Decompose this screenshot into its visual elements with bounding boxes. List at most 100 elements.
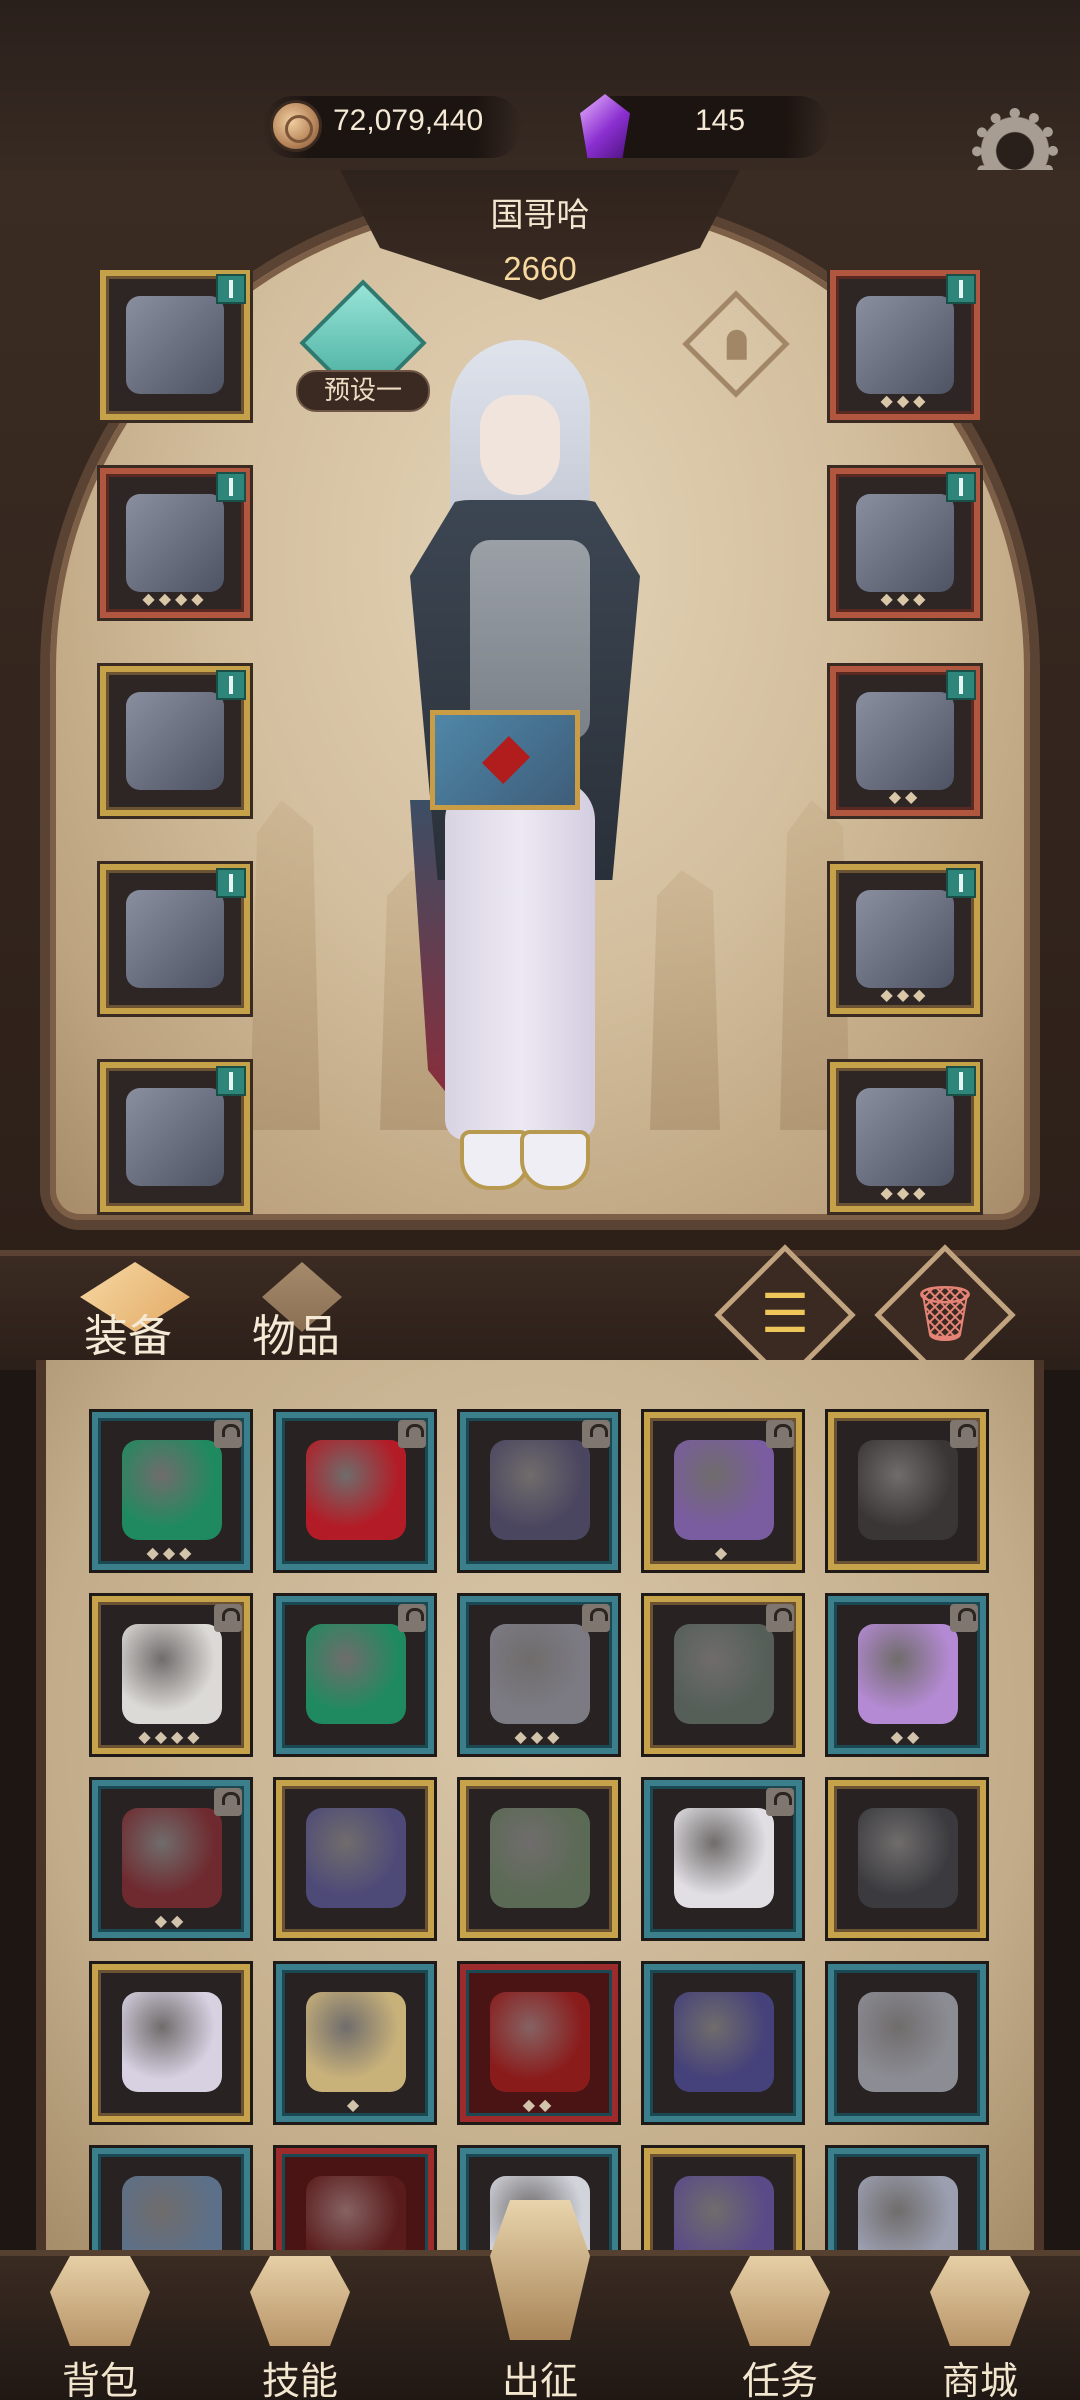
inventory-slot[interactable] — [644, 1780, 802, 1938]
nav-label: 出征 — [501, 2359, 578, 2400]
nav-item-0[interactable]: 背包 — [10, 2250, 190, 2400]
gem-socket-dots: ◆◆◆ — [880, 985, 930, 1004]
gem-socket-dots: ◆◆◆ — [146, 1543, 196, 1562]
equip-slot[interactable]: ◆◆◆ — [830, 864, 980, 1014]
tab-items[interactable]: 物品 — [252, 1300, 340, 1364]
gem-socket-dots: ◆◆◆ — [514, 1727, 564, 1746]
lock-icon — [582, 1604, 610, 1632]
equip-slot[interactable] — [100, 270, 250, 420]
crimson-robe-icon — [490, 1992, 590, 2092]
staff-icon — [856, 890, 954, 988]
equipped-tag-icon — [216, 1066, 246, 1096]
equip-slot[interactable] — [100, 864, 250, 1014]
equipped-tag-icon — [946, 670, 976, 700]
equipped-tag-icon — [946, 274, 976, 304]
inventory-slot[interactable] — [460, 1412, 618, 1570]
chest-armor-icon — [126, 494, 224, 592]
equipped-tag-icon — [946, 1066, 976, 1096]
equip-slot[interactable]: ◆◆◆ — [830, 1062, 980, 1212]
gold-amount: 72,079,440 — [333, 104, 484, 137]
trash-icon: 🗑 — [910, 1282, 980, 1345]
nav-item-3[interactable]: 任务 — [690, 2250, 870, 2400]
lock-icon — [214, 1788, 242, 1816]
inventory-slot[interactable]: ◆◆◆ — [92, 1412, 250, 1570]
inventory-slot[interactable]: ◆ — [644, 1412, 802, 1570]
amethyst-pendant-icon — [674, 1440, 774, 1540]
lavender-dress-icon — [858, 1624, 958, 1724]
gem-socket-dots: ◆ — [346, 2095, 364, 2114]
lock-icon — [766, 1604, 794, 1632]
equip-slot[interactable]: ◆◆ — [830, 666, 980, 816]
white-breeches-icon — [674, 1808, 774, 1908]
lock-icon — [214, 1604, 242, 1632]
inventory-slot[interactable]: ◆ — [276, 1964, 434, 2122]
golden-scepter-icon — [306, 1992, 406, 2092]
lock-icon — [950, 1604, 978, 1632]
shop-crown-icon — [930, 2256, 1030, 2346]
gem-socket-dots: ◆◆ — [154, 1911, 188, 1930]
nav-item-4[interactable]: 商城 — [890, 2250, 1070, 2400]
inventory-slot[interactable] — [276, 1780, 434, 1938]
rose-dress-icon — [122, 1992, 222, 2092]
inventory-slot[interactable] — [92, 1964, 250, 2122]
backpack-icon — [50, 2256, 150, 2346]
inventory-slot[interactable] — [828, 1780, 986, 1938]
equip-slot[interactable] — [100, 666, 250, 816]
lock-icon — [398, 1604, 426, 1632]
equip-slot[interactable]: ◆◆◆ — [830, 468, 980, 618]
equip-slot[interactable]: ◆◆◆ — [830, 270, 980, 420]
emerald-amulet-icon — [306, 1624, 406, 1724]
lock-icon — [766, 1420, 794, 1448]
inventory-slot[interactable] — [276, 1412, 434, 1570]
tab-equipment[interactable]: 装备 — [84, 1300, 172, 1364]
spellbook-icon — [856, 1088, 954, 1186]
gem-socket-dots: ◆ — [714, 1543, 732, 1562]
equipped-tag-icon — [946, 472, 976, 502]
nav-item-1[interactable]: 技能 — [210, 2250, 390, 2400]
star-tunic-icon — [674, 1992, 774, 2092]
inventory-slot[interactable] — [828, 1412, 986, 1570]
equip-slot[interactable] — [100, 1062, 250, 1212]
expedition-banner-icon — [490, 2200, 590, 2340]
gem-amount: 145 — [695, 104, 746, 137]
inventory-slot[interactable] — [644, 1964, 802, 2122]
inventory-slot[interactable]: ◆◆ — [828, 1596, 986, 1754]
obsidian-pendant-icon — [490, 1440, 590, 1540]
nav-label: 商城 — [941, 2359, 1018, 2400]
equip-slot[interactable]: ◆◆◆◆ — [100, 468, 250, 618]
nav-item-2[interactable]: 出征 — [450, 2200, 630, 2400]
lock-icon — [766, 1788, 794, 1816]
inventory-slot[interactable]: ◆◆ — [92, 1780, 250, 1938]
gem-socket-dots: ◆◆ — [888, 787, 922, 806]
gem-socket-dots: ◆◆ — [522, 2095, 556, 2114]
inventory-slot[interactable]: ◆◆ — [460, 1964, 618, 2122]
inventory-slot[interactable] — [276, 1596, 434, 1754]
amulet-icon — [856, 296, 954, 394]
bone-spine-icon — [490, 1624, 590, 1724]
gloves-icon — [126, 692, 224, 790]
skill-book-icon — [250, 2256, 350, 2346]
inventory-slot[interactable] — [644, 1596, 802, 1754]
equipped-tag-icon — [216, 868, 246, 898]
nav-label: 背包 — [61, 2359, 138, 2400]
equipped-tag-icon — [216, 274, 246, 304]
star-ring-icon — [858, 1992, 958, 2092]
inventory-slot[interactable]: ◆◆◆ — [460, 1596, 618, 1754]
inventory-slot[interactable] — [460, 1780, 618, 1938]
gem-socket-dots: ◆◆ — [890, 1727, 924, 1746]
white-gloves-icon — [122, 1624, 222, 1724]
coin-icon — [270, 100, 322, 152]
dark-pants-icon — [858, 1440, 958, 1540]
inventory-slot[interactable] — [828, 1964, 986, 2122]
equipped-tag-icon — [216, 472, 246, 502]
pants-icon — [126, 890, 224, 988]
sort-icon: ☰ — [760, 1282, 810, 1345]
vest-armor-icon — [674, 1624, 774, 1724]
lock-icon — [950, 1420, 978, 1448]
nav-label: 技能 — [261, 2359, 338, 2400]
dragon-helm-icon — [306, 1808, 406, 1908]
gem-socket-dots: ◆◆◆ — [880, 589, 930, 608]
quest-scroll-icon — [730, 2256, 830, 2346]
mossy-gauntlets-icon — [490, 1808, 590, 1908]
inventory-slot[interactable]: ◆◆◆◆ — [92, 1596, 250, 1754]
